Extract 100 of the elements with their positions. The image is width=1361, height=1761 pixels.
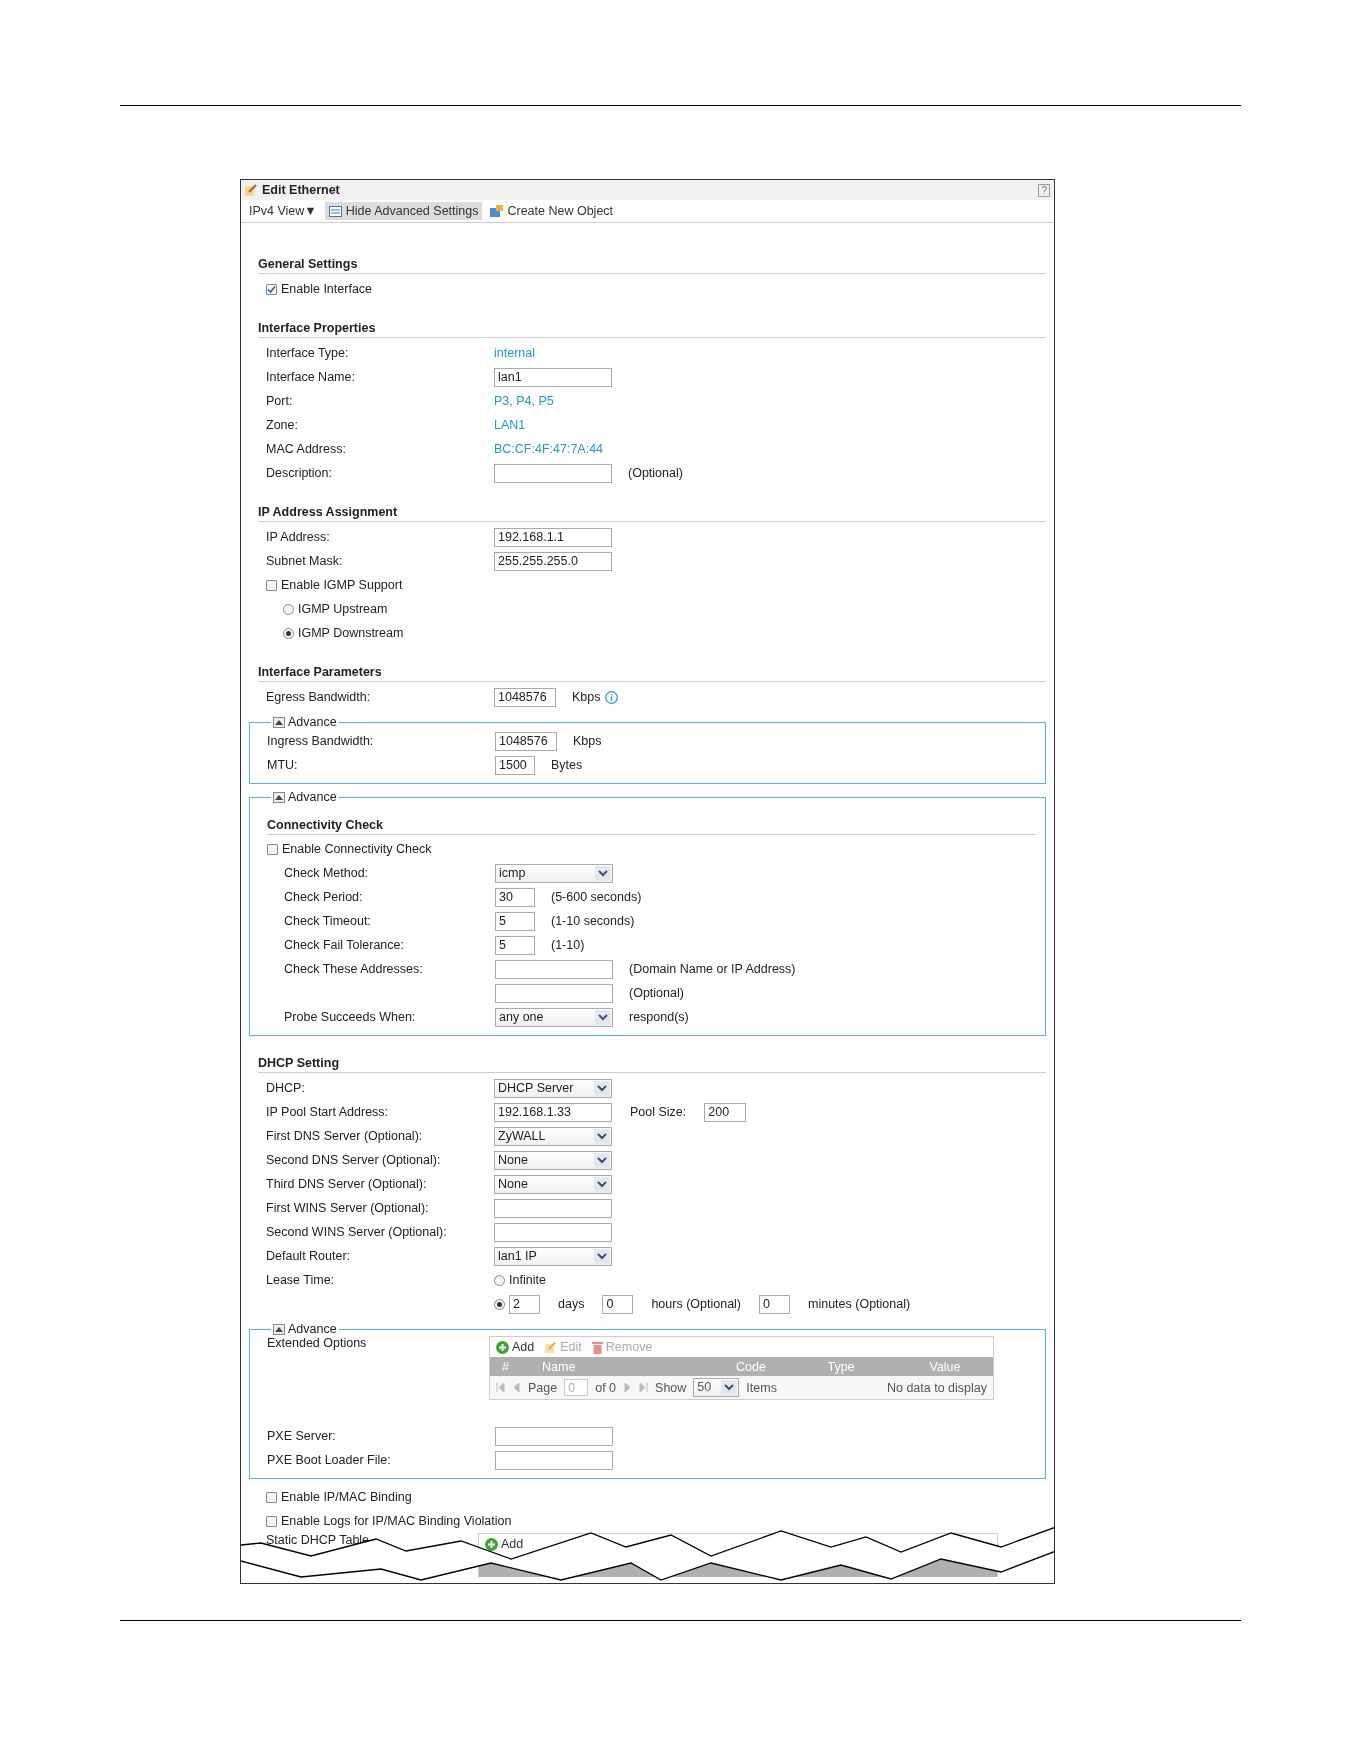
add-button[interactable]: Add	[485, 1537, 524, 1551]
field-label: Check Timeout:	[284, 914, 372, 928]
field-label: Probe Succeeds When:	[284, 1010, 417, 1024]
field-label: Ingress Bandwidth:	[267, 734, 375, 748]
field-label: MAC Address:	[266, 442, 347, 456]
input-field[interactable]: 0	[759, 1294, 791, 1314]
input-field[interactable]	[495, 959, 613, 979]
field-label: Lease Time:	[266, 1273, 336, 1287]
caret-icon	[594, 1128, 610, 1144]
input-field[interactable]: 5	[495, 935, 535, 955]
input-field[interactable]: 192.168.1.33	[494, 1102, 612, 1122]
input-field[interactable]	[494, 1222, 612, 1242]
input-field[interactable]	[495, 1426, 613, 1446]
help-button[interactable]: ?	[1038, 183, 1050, 197]
field-label: Zone:	[266, 418, 299, 432]
checkbox-label: Enable Interface	[281, 282, 373, 296]
input-field[interactable]: 5	[495, 911, 535, 931]
input-field[interactable]: 0	[602, 1294, 634, 1314]
input-field[interactable]: 1500	[495, 755, 535, 775]
trash-icon	[591, 1340, 603, 1354]
collapse-toggle[interactable]	[273, 1323, 285, 1335]
field-label: Third DNS Server (Optional):	[266, 1177, 428, 1191]
add-button[interactable]: Add	[496, 1340, 535, 1354]
create-object-button[interactable]: Create New Object	[486, 202, 618, 220]
column-header: Code	[735, 1359, 767, 1374]
pager-label: Page	[528, 1380, 558, 1395]
caret-icon	[721, 1380, 738, 1395]
input-field[interactable]	[495, 1450, 613, 1470]
input-field[interactable]	[494, 463, 612, 483]
field-note: (Optional)	[628, 466, 683, 480]
field-note: (1-10)	[551, 938, 585, 952]
previous-page-icon[interactable]	[512, 1382, 521, 1393]
radio-button[interactable]	[494, 1274, 505, 1286]
empty-message: No data to display	[886, 1380, 987, 1395]
field-label: Interface Type:	[266, 346, 350, 360]
dropdown[interactable]: None	[494, 1174, 612, 1194]
checkbox[interactable]	[266, 579, 277, 591]
radio-button[interactable]	[283, 603, 294, 615]
field-note: (1-10 seconds)	[551, 914, 635, 928]
checkbox[interactable]	[266, 1515, 277, 1527]
field-label: MTU:	[267, 758, 299, 772]
caret-icon	[595, 1009, 611, 1025]
dropdown[interactable]: DHCP Server	[494, 1078, 612, 1098]
input-field[interactable]: 192.168.1.1	[494, 527, 612, 547]
collapse-toggle[interactable]	[273, 716, 285, 728]
section-heading: Interface Parameters	[258, 665, 1046, 682]
field-label: Default Router:	[266, 1249, 352, 1263]
field-note: respond(s)	[629, 1010, 689, 1024]
dropdown[interactable]: lan1 IP	[494, 1246, 612, 1266]
caret-icon	[594, 1248, 610, 1264]
field-note: Kbps	[572, 690, 601, 704]
view-menu[interactable]: IPv4 View▼	[249, 202, 321, 220]
collapse-toggle[interactable]	[273, 791, 285, 803]
input-field[interactable]: lan1	[494, 367, 612, 387]
hide-advanced-button[interactable]: Hide Advanced Settings	[324, 202, 483, 220]
section-heading: Connectivity Check	[267, 818, 1036, 835]
field-label: Description:	[266, 466, 333, 480]
pager-label: of 0	[595, 1380, 617, 1395]
radio-button[interactable]	[283, 627, 294, 639]
dropdown[interactable]: icmp	[495, 863, 613, 883]
unit-label: days	[558, 1297, 585, 1311]
input-field[interactable]: 2	[509, 1294, 540, 1314]
input-field[interactable]: 1048576	[495, 731, 557, 751]
first-page-icon[interactable]	[496, 1382, 505, 1393]
field-note: Bytes	[551, 758, 583, 772]
field-value: internal	[494, 346, 535, 360]
checkbox[interactable]	[267, 843, 278, 855]
field-label: Pool Size:	[630, 1105, 687, 1119]
field-label: First DNS Server (Optional):	[266, 1129, 424, 1143]
pencil-icon	[544, 1340, 558, 1354]
input-field[interactable]: 30	[495, 887, 535, 907]
radio-label: IGMP Downstream	[298, 626, 404, 640]
panel-legend: Advance	[288, 1322, 337, 1336]
last-page-icon[interactable]	[639, 1382, 649, 1393]
radio-button[interactable]	[494, 1298, 505, 1310]
column-header: #	[501, 1359, 510, 1374]
checkbox-label: Enable Logs for IP/MAC Binding Violation	[281, 1514, 512, 1528]
column-header: Type	[826, 1359, 856, 1374]
input-field[interactable]	[494, 1198, 612, 1218]
input-field[interactable]: 200	[704, 1102, 747, 1122]
input-field[interactable]	[495, 983, 613, 1003]
checkbox-label: Enable Connectivity Check	[282, 842, 432, 856]
checkbox-label: Enable IGMP Support	[281, 578, 403, 592]
dropdown[interactable]: 50	[693, 1378, 740, 1397]
dropdown[interactable]: None	[494, 1150, 612, 1170]
dropdown[interactable]: ZyWALL	[494, 1126, 612, 1146]
checkbox-label: Enable IP/MAC Binding	[281, 1490, 412, 1504]
input-field[interactable]: 255.255.255.0	[494, 551, 612, 571]
checkbox[interactable]	[266, 1491, 277, 1503]
info-icon[interactable]	[604, 690, 618, 704]
field-value: BC:CF:4F:47:7A:44	[494, 442, 604, 456]
input-field[interactable]: 1048576	[494, 687, 556, 707]
field-note: (Domain Name or IP Address)	[629, 962, 796, 976]
caret-icon	[594, 1176, 610, 1192]
dropdown[interactable]: any one	[495, 1007, 613, 1027]
next-page-icon[interactable]	[623, 1382, 633, 1393]
caret-icon	[594, 1152, 610, 1168]
field-label: Check Fail Tolerance:	[284, 938, 405, 952]
checkbox[interactable]	[266, 283, 277, 295]
field-label: Check Period:	[284, 890, 364, 904]
